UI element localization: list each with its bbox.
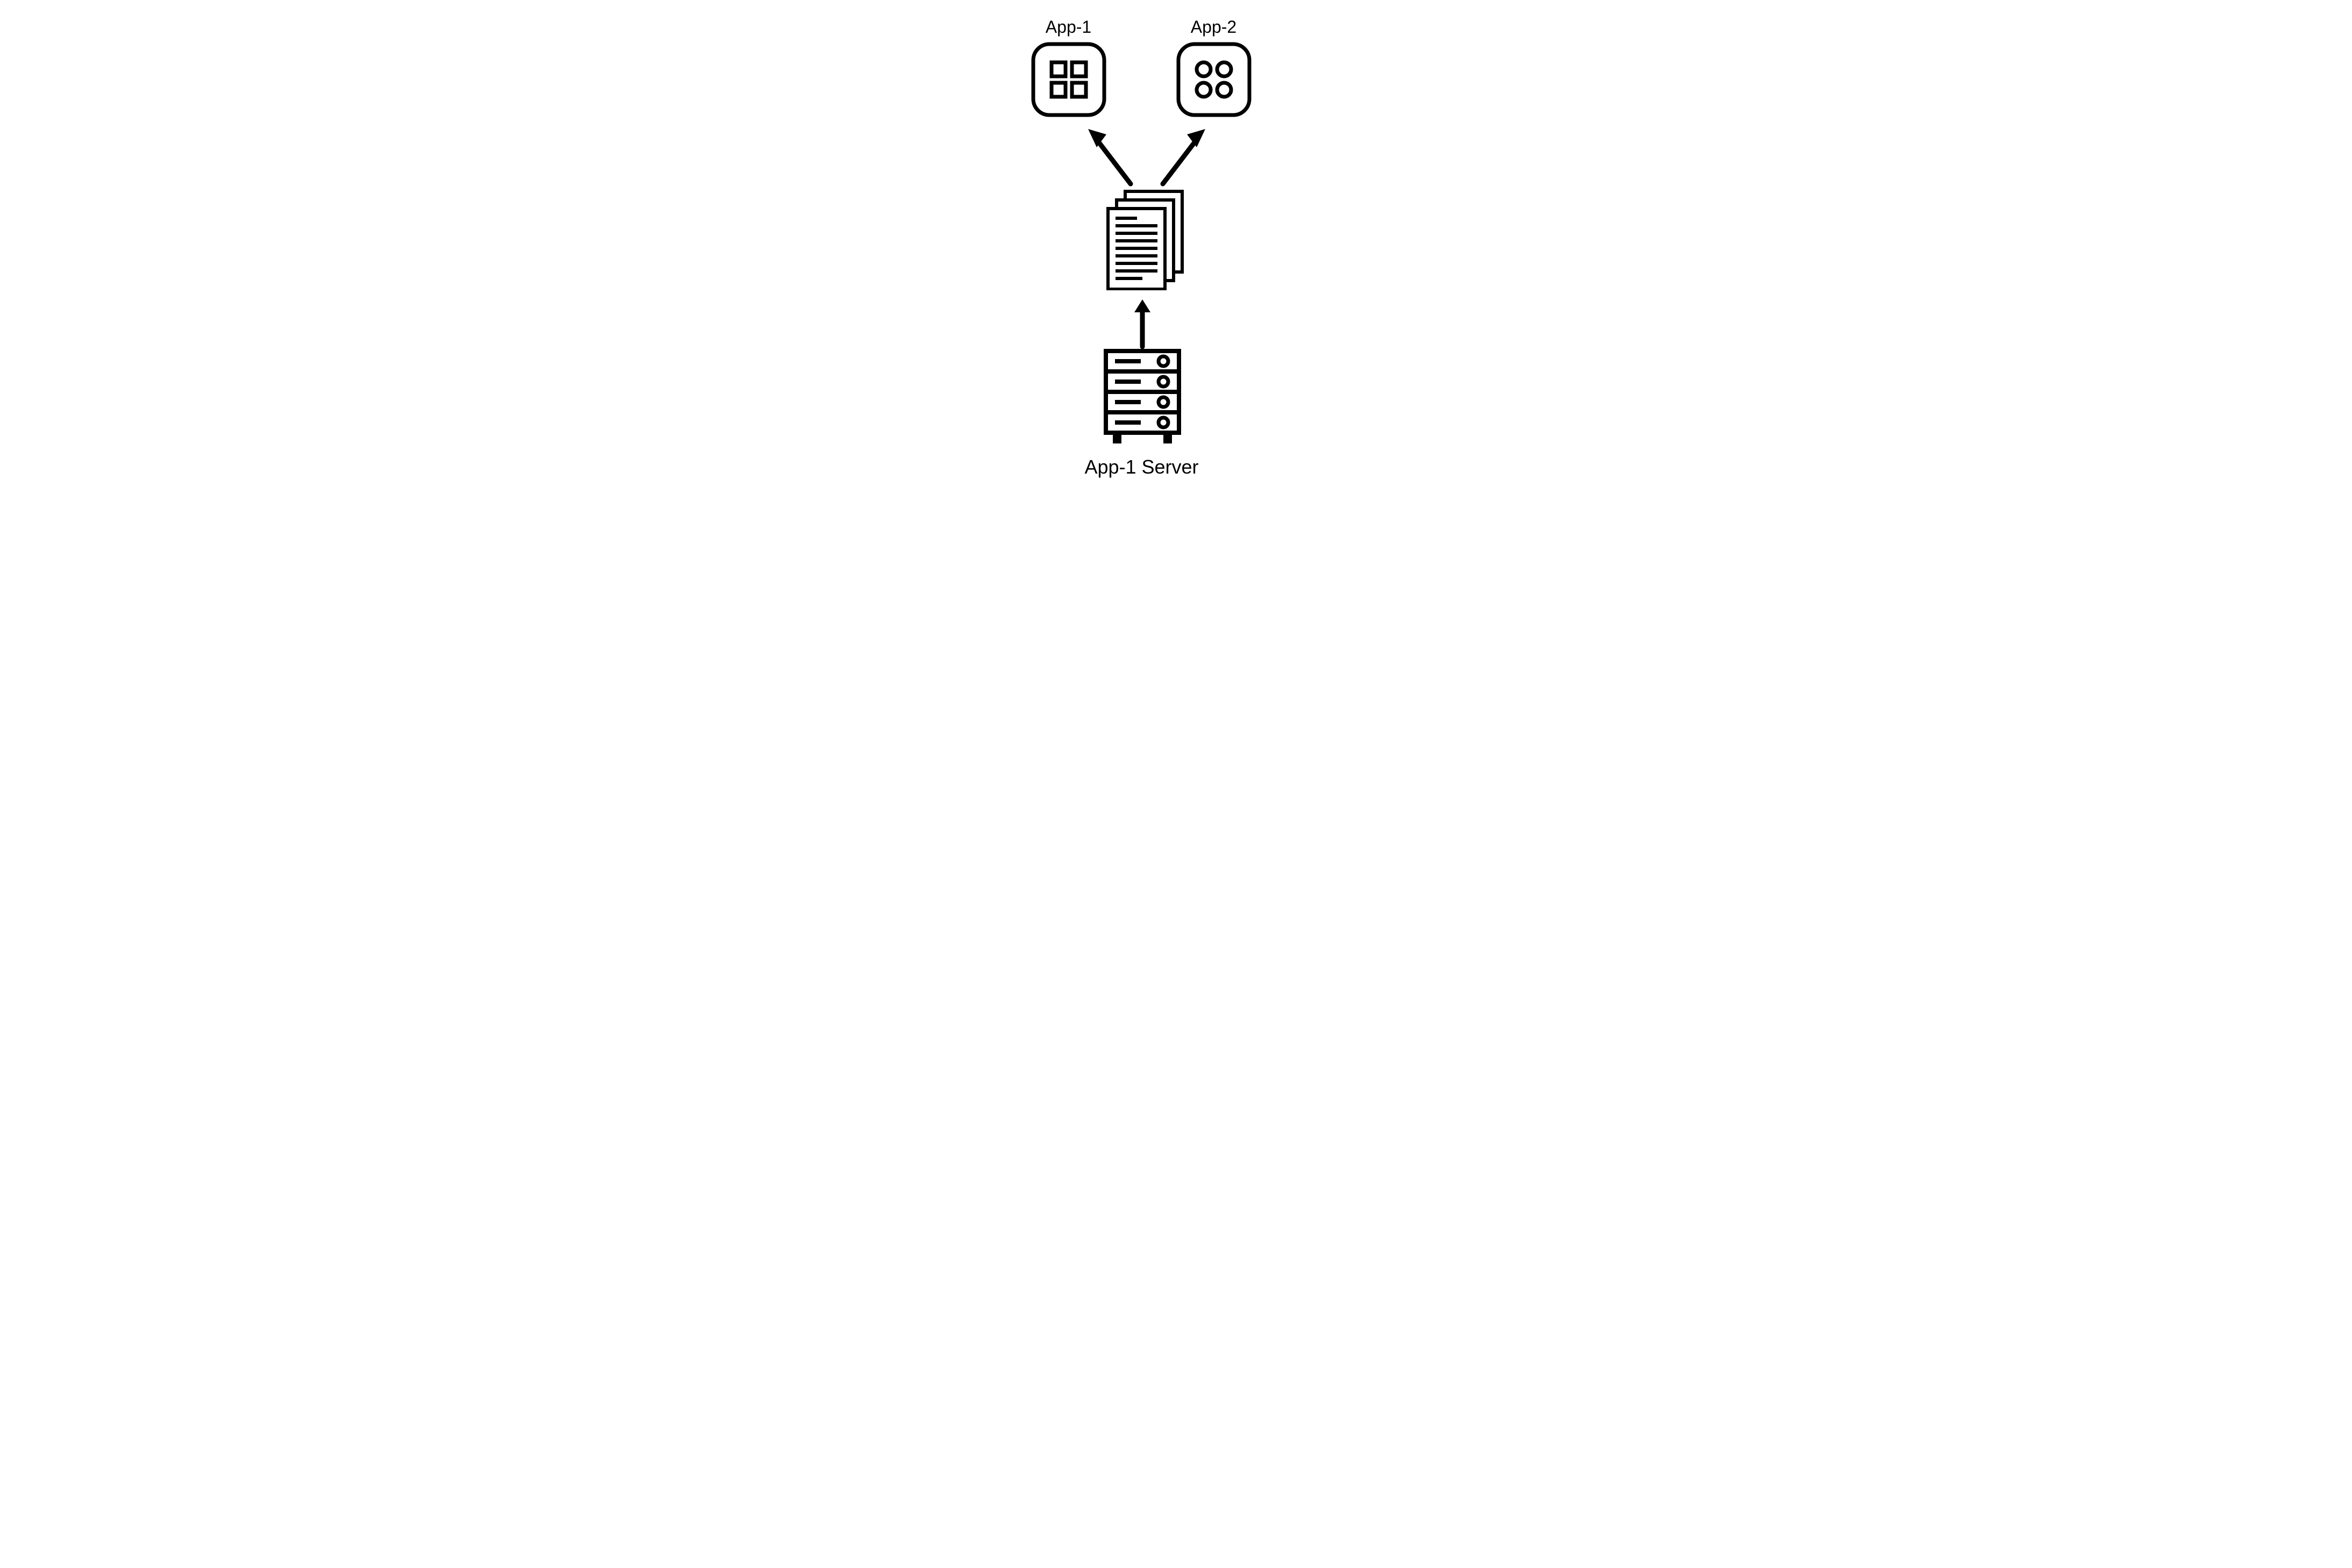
app1-node (1030, 41, 1107, 121)
app-circles-icon (1175, 41, 1253, 118)
documents-node (1105, 188, 1185, 293)
diagram-canvas: App-1 App-2 App-1 Server (800, 0, 1553, 502)
arrow-up-left-icon (1085, 125, 1139, 189)
app2-label: App-2 (1191, 17, 1236, 37)
documents-stack-icon (1105, 188, 1185, 290)
arrow-docs-to-app2 (1155, 125, 1209, 192)
app1-label: App-1 (1046, 17, 1091, 37)
arrow-docs-to-app1 (1085, 125, 1139, 192)
arrow-up-icon (1132, 298, 1153, 349)
arrow-up-right-icon (1155, 125, 1209, 189)
app2-node (1175, 41, 1253, 121)
server-rack-icon (1103, 348, 1182, 448)
server-label: App-1 Server (1084, 456, 1198, 478)
arrow-server-to-docs (1132, 298, 1153, 352)
app-squares-icon (1030, 41, 1107, 118)
server-node (1103, 348, 1182, 451)
